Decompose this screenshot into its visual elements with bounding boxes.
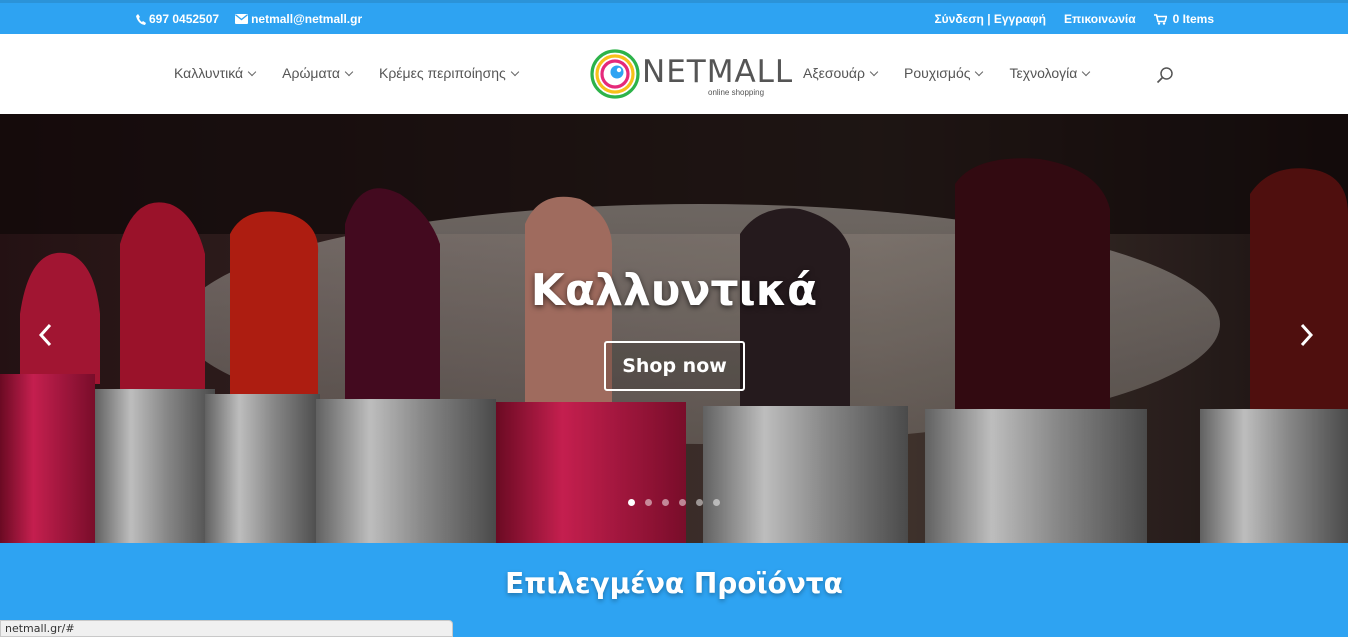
envelope-icon <box>235 14 249 24</box>
logo-rings-icon <box>590 49 640 99</box>
nav-item-cosmetics[interactable]: Καλλυντικά <box>174 65 257 81</box>
slider-dot[interactable] <box>645 499 652 506</box>
slider-dot[interactable] <box>628 499 635 506</box>
main-nav-right: Αξεσουάρ Ρουχισμός Τεχνολογία <box>803 65 1091 81</box>
site-logo[interactable]: NETMALL online shopping <box>590 48 792 100</box>
phone-link[interactable]: 697 0452507 <box>136 12 219 26</box>
cart-icon <box>1153 13 1167 25</box>
chevron-down-icon <box>247 67 257 76</box>
cart-count: 0 Items <box>1172 12 1214 26</box>
slider-dot[interactable] <box>679 499 686 506</box>
logo-tagline: online shopping <box>708 88 765 97</box>
top-bar: 697 0452507 netmall@netmall.gr Σύνδεση |… <box>0 0 1348 34</box>
chevron-down-icon <box>510 67 520 76</box>
nav-item-creams[interactable]: Κρέμες περιποίησης <box>378 65 520 81</box>
nav-item-clothing[interactable]: Ρουχισμός <box>904 65 984 81</box>
nav-item-technology[interactable]: Τεχνολογία <box>1009 65 1091 81</box>
nav-label: Αξεσουάρ <box>803 65 865 81</box>
hero-slider: Καλλυντικά Shop now <box>0 114 1348 543</box>
browser-status-bar: netmall.gr/# <box>0 620 453 637</box>
featured-heading: Επιλεγμένα Προϊόντα <box>505 567 843 600</box>
phone-number: 697 0452507 <box>149 12 220 26</box>
slider-pagination <box>628 499 720 506</box>
account-links: Σύνδεση | Εγγραφή Επικοινωνία 0 Items <box>934 12 1214 26</box>
chevron-down-icon <box>869 67 879 76</box>
email-link[interactable]: netmall@netmall.gr <box>235 12 362 26</box>
slider-dot[interactable] <box>662 499 669 506</box>
logo-wordmark: NETMALL <box>642 54 794 90</box>
login-register-link[interactable]: Σύνδεση | Εγγραφή <box>934 12 1045 26</box>
nav-label: Καλλυντικά <box>174 65 244 81</box>
nav-label: Τεχνολογία <box>1009 65 1078 81</box>
chevron-down-icon <box>1082 67 1091 76</box>
contact-info: 697 0452507 netmall@netmall.gr <box>136 12 362 26</box>
nav-label: Ρουχισμός <box>904 65 971 81</box>
main-header: Καλλυντικά Αρώματα Κρέμες περιποίησης NE… <box>0 34 1348 114</box>
slider-prev-arrow-icon[interactable] <box>34 320 58 350</box>
search-icon[interactable] <box>1156 66 1174 84</box>
email-address: netmall@netmall.gr <box>251 12 363 26</box>
hero-lipstick-image <box>0 114 1348 543</box>
main-nav-left: Καλλυντικά Αρώματα Κρέμες περιποίησης <box>174 65 520 81</box>
nav-item-perfumes[interactable]: Αρώματα <box>282 65 354 81</box>
phone-icon <box>136 13 146 25</box>
cart-link[interactable]: 0 Items <box>1153 12 1214 26</box>
hero-title: Καλλυντικά <box>530 265 818 316</box>
nav-label: Κρέμες περιποίησης <box>378 65 506 81</box>
contact-link[interactable]: Επικοινωνία <box>1064 12 1136 26</box>
nav-item-accessories[interactable]: Αξεσουάρ <box>803 65 879 81</box>
chevron-down-icon <box>344 67 354 76</box>
chevron-down-icon <box>975 67 984 76</box>
slider-next-arrow-icon[interactable] <box>1294 320 1318 350</box>
shop-now-button[interactable]: Shop now <box>604 341 745 391</box>
slider-dot[interactable] <box>696 499 703 506</box>
nav-label: Αρώματα <box>282 65 340 81</box>
slider-dot[interactable] <box>713 499 720 506</box>
